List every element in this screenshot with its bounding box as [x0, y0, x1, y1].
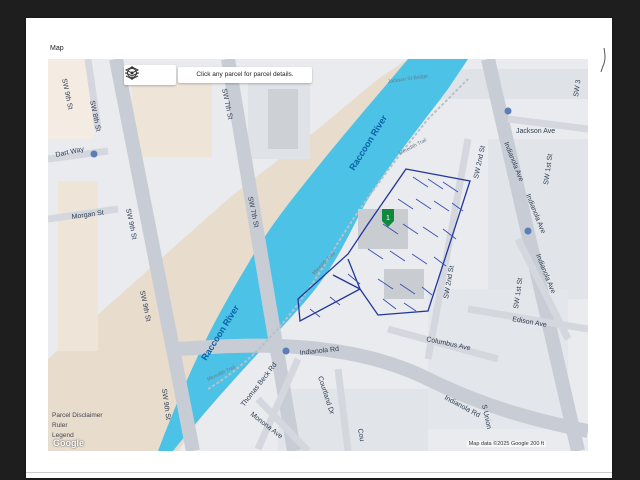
divider — [26, 472, 612, 473]
building — [268, 89, 298, 149]
city-block — [58, 181, 98, 351]
map-toolbar — [124, 65, 176, 85]
street-label: Jackson Ave — [516, 128, 555, 135]
marker-label: 1 — [386, 215, 390, 222]
parcel-click-hint: Click any parcel for parcel details. — [178, 67, 312, 83]
document-page: Map 1 SW 8th St SW 9th St Dart Way Morga… — [26, 18, 612, 478]
ruler-link[interactable]: Ruler — [52, 421, 103, 431]
city-block — [132, 77, 212, 157]
pen-mark-icon — [600, 47, 606, 73]
map-canvas[interactable]: 1 SW 8th St SW 9th St Dart Way Morgan St… — [48, 59, 588, 451]
map-viewport[interactable]: 1 SW 8th St SW 9th St Dart Way Morgan St… — [48, 59, 588, 451]
locate-icon[interactable] — [124, 65, 140, 81]
map-title: Map — [50, 45, 64, 52]
parcel-disclaimer-link[interactable]: Parcel Disclaimer — [52, 411, 103, 421]
map-links: Parcel Disclaimer Ruler Legend — [52, 411, 103, 441]
map-attribution: Map data ©2025 Google 200 ft — [466, 441, 546, 447]
google-logo: Google — [53, 438, 84, 448]
building — [384, 269, 424, 299]
